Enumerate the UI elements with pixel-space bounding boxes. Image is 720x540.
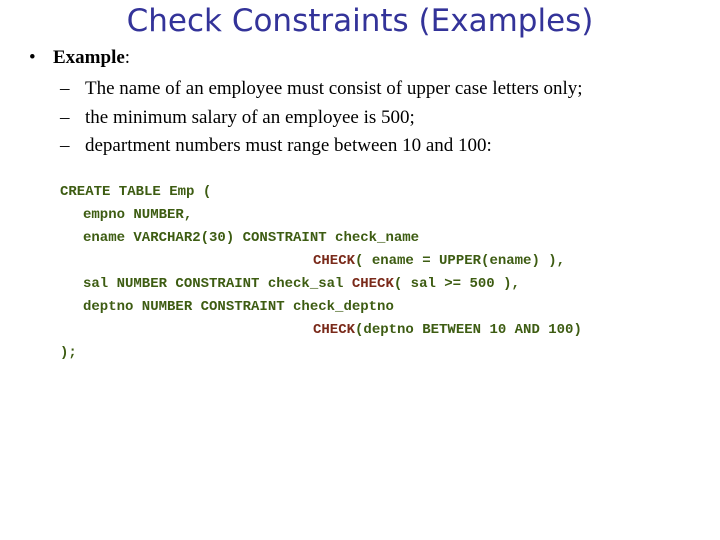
check-keyword: CHECK — [351, 276, 394, 292]
bullet-example: • Example: — [29, 46, 130, 70]
check-keyword: CHECK — [313, 253, 356, 269]
code-line-4: CHECK( ename = UPPER(ename) ), — [313, 251, 565, 271]
sub-item: – The name of an employee must consist of… — [60, 77, 583, 101]
code-line-6: deptno NUMBER CONSTRAINT check_deptno — [83, 299, 394, 315]
code-line-8: ); — [60, 345, 77, 361]
sub-item: – the minimum salary of an employee is 50… — [60, 106, 415, 130]
sub-item: – department numbers must range between 1… — [60, 134, 492, 158]
sub-item-text: department numbers must range between 10… — [85, 135, 492, 156]
bullet-suffix: : — [124, 47, 131, 68]
slide-title: Check Constraints (Examples) — [126, 3, 594, 39]
code-line-2: empno NUMBER, — [83, 207, 193, 223]
bullet-label: Example — [53, 47, 125, 68]
bullet-marker: • — [29, 47, 36, 68]
code-text: ( ename = UPPER(ename) ), — [355, 253, 566, 269]
sub-item-text: The name of an employee must consist of … — [85, 78, 583, 99]
code-line-3: ename VARCHAR2(30) CONSTRAINT check_name — [83, 230, 420, 246]
check-keyword: CHECK — [313, 322, 356, 338]
code-text: (deptno BETWEEN 10 AND 100) — [355, 322, 582, 338]
code-line-1: CREATE TABLE Emp ( — [60, 184, 212, 200]
dash-marker: – — [60, 107, 70, 128]
code-line-5: sal NUMBER CONSTRAINT check_sal CHECK( s… — [83, 274, 520, 294]
sub-item-text: the minimum salary of an employee is 500… — [85, 107, 415, 128]
code-line-7: CHECK(deptno BETWEEN 10 AND 100) — [313, 320, 582, 340]
code-text: ( sal >= 500 ), — [393, 276, 520, 292]
dash-marker: – — [60, 135, 70, 156]
code-text: sal NUMBER CONSTRAINT check_sal — [83, 276, 352, 292]
dash-marker: – — [60, 78, 70, 99]
